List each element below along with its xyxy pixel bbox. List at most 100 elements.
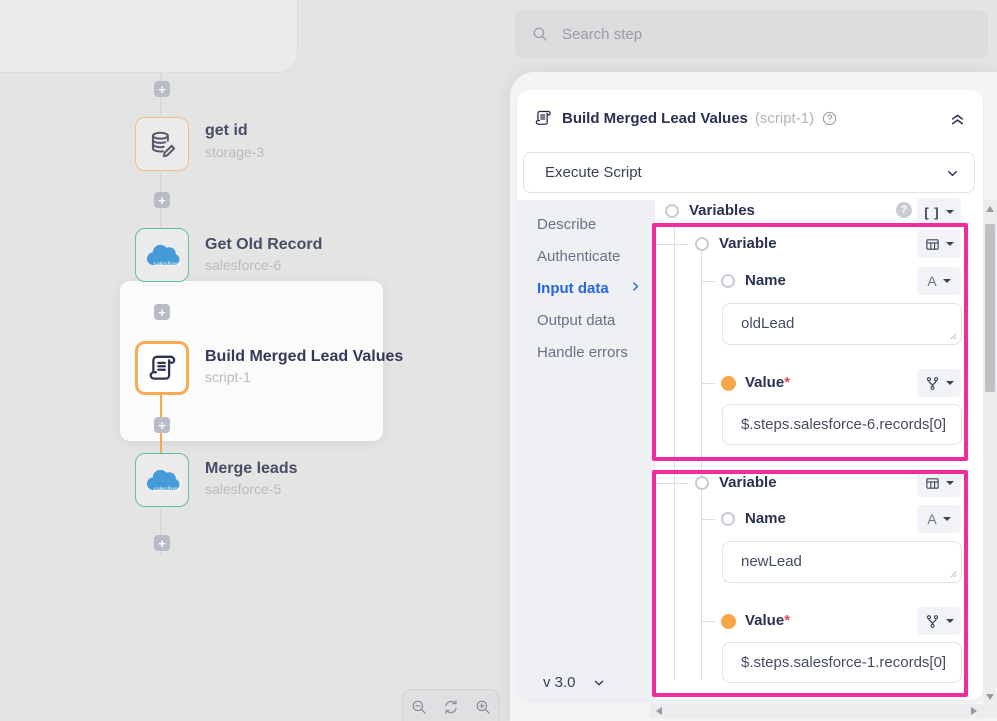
step-properties-card: Build Merged Lead Values (script-1) Exec… [517, 90, 983, 700]
variables-root-label: Variables [689, 202, 755, 219]
scroll-down-arrow[interactable] [986, 694, 994, 700]
step-properties-panel: Build Merged Lead Values (script-1) Exec… [510, 72, 997, 721]
operation-select[interactable]: Execute Script [523, 152, 975, 193]
variable-value-input[interactable]: $.steps.salesforce-6.records[0] [722, 404, 962, 445]
step-node-storage[interactable] [135, 117, 189, 171]
scrollbar-thumb[interactable] [985, 224, 995, 392]
refresh-icon[interactable] [442, 698, 460, 716]
step-title: Merge leads [205, 460, 297, 478]
step-subtitle: script-1 [205, 369, 251, 385]
input-data-form: Variables ? [ ] Variable Name A [655, 200, 983, 700]
tree-line [701, 281, 715, 282]
step-title: get id [205, 122, 248, 140]
resize-grip-icon[interactable] [948, 331, 957, 340]
tree-line [656, 483, 688, 484]
tree-node-circle [721, 274, 735, 288]
tree-line [701, 519, 715, 520]
add-step-button[interactable] [154, 304, 170, 320]
scroll-script-icon [533, 108, 553, 128]
help-icon[interactable] [821, 110, 838, 127]
add-step-button[interactable] [154, 192, 170, 208]
resize-grip-icon[interactable] [948, 569, 957, 578]
version-selector[interactable]: v 3.0 [543, 674, 606, 691]
panel-header: Build Merged Lead Values (script-1) [517, 90, 983, 146]
scroll-script-icon [145, 351, 179, 385]
vertical-scrollbar[interactable] [983, 200, 997, 718]
caret-down-icon [943, 517, 951, 521]
caret-down-icon [946, 381, 954, 385]
tab-handle-errors[interactable]: Handle errors [537, 344, 628, 366]
svg-text:salesforce: salesforce [153, 487, 181, 493]
help-icon[interactable]: ? [896, 202, 912, 218]
search-icon [531, 25, 549, 43]
type-selector-string[interactable]: A [917, 267, 961, 295]
tree-node-circle [695, 237, 709, 251]
table-grid-icon [925, 476, 940, 491]
tree-line [701, 244, 702, 680]
step-node-salesforce[interactable]: salesforce [135, 228, 189, 282]
type-selector-jsonpath[interactable] [917, 607, 961, 635]
step-subtitle: salesforce-6 [205, 257, 281, 273]
scroll-up-arrow[interactable] [986, 206, 994, 212]
database-pencil-icon [146, 128, 178, 160]
caret-down-icon [943, 279, 951, 283]
type-selector-jsonpath[interactable] [917, 369, 961, 397]
variable-name-input[interactable]: newLead [722, 541, 962, 583]
name-field-label: Name [745, 510, 786, 527]
value-field-label: Value* [745, 612, 790, 629]
scroll-right-arrow[interactable] [971, 707, 977, 715]
required-field-circle [721, 614, 736, 629]
tree-node-circle [695, 476, 709, 490]
panel-step-id: (script-1) [755, 110, 814, 127]
zoom-out-icon[interactable] [410, 698, 428, 716]
type-selector-object[interactable] [917, 469, 961, 497]
add-step-button[interactable] [154, 535, 170, 551]
required-field-circle [721, 376, 736, 391]
type-selector-array[interactable]: [ ] [917, 198, 961, 226]
caret-down-icon [946, 619, 954, 623]
type-selector-object[interactable] [917, 230, 961, 258]
caret-down-icon [946, 481, 954, 485]
step-node-salesforce[interactable]: salesforce [135, 453, 189, 507]
previous-step-card[interactable] [0, 0, 298, 73]
caret-down-icon [946, 210, 954, 214]
tab-output-data[interactable]: Output data [537, 312, 615, 334]
variable-value-input[interactable]: $.steps.salesforce-1.records[0] [722, 642, 962, 683]
step-title: Get Old Record [205, 236, 322, 254]
branch-icon [925, 614, 940, 629]
step-subtitle: storage-3 [205, 144, 264, 160]
workflow-builder-app: get id storage-3 salesforce Get Old Reco… [0, 0, 997, 721]
tree-line [701, 621, 715, 622]
horizontal-scrollbar[interactable] [650, 704, 983, 718]
tree-line [656, 244, 688, 245]
zoom-in-icon[interactable] [474, 698, 492, 716]
operation-selected-value: Execute Script [545, 153, 642, 192]
tab-authenticate[interactable]: Authenticate [537, 248, 620, 270]
version-label: v 3.0 [543, 674, 576, 691]
name-field-label: Name [745, 272, 786, 289]
add-step-button[interactable] [154, 417, 170, 433]
table-grid-icon [925, 237, 940, 252]
step-title: Build Merged Lead Values [205, 348, 403, 366]
required-asterisk: * [784, 612, 790, 629]
branch-icon [925, 376, 940, 391]
panel-tabs-sidebar: Describe Authenticate Input data Output … [517, 200, 655, 700]
type-selector-string[interactable]: A [917, 505, 961, 533]
step-node-script-selected[interactable] [135, 341, 189, 395]
required-asterisk: * [784, 374, 790, 391]
tree-line [701, 383, 715, 384]
search-input[interactable] [560, 10, 960, 58]
tab-input-data[interactable]: Input data [537, 280, 609, 302]
scroll-left-arrow[interactable] [656, 707, 662, 715]
collapse-panel-icon[interactable] [948, 109, 967, 128]
add-step-button[interactable] [154, 81, 170, 97]
variable-block-label: Variable [719, 235, 777, 252]
tree-node-circle [721, 512, 735, 526]
caret-down-icon [946, 242, 954, 246]
step-search-bar [515, 10, 988, 58]
tree-node-circle [665, 204, 679, 218]
variable-name-input[interactable]: oldLead [722, 303, 962, 345]
tab-describe[interactable]: Describe [537, 216, 596, 238]
chevron-down-icon [592, 676, 606, 690]
variable-block-label: Variable [719, 474, 777, 491]
